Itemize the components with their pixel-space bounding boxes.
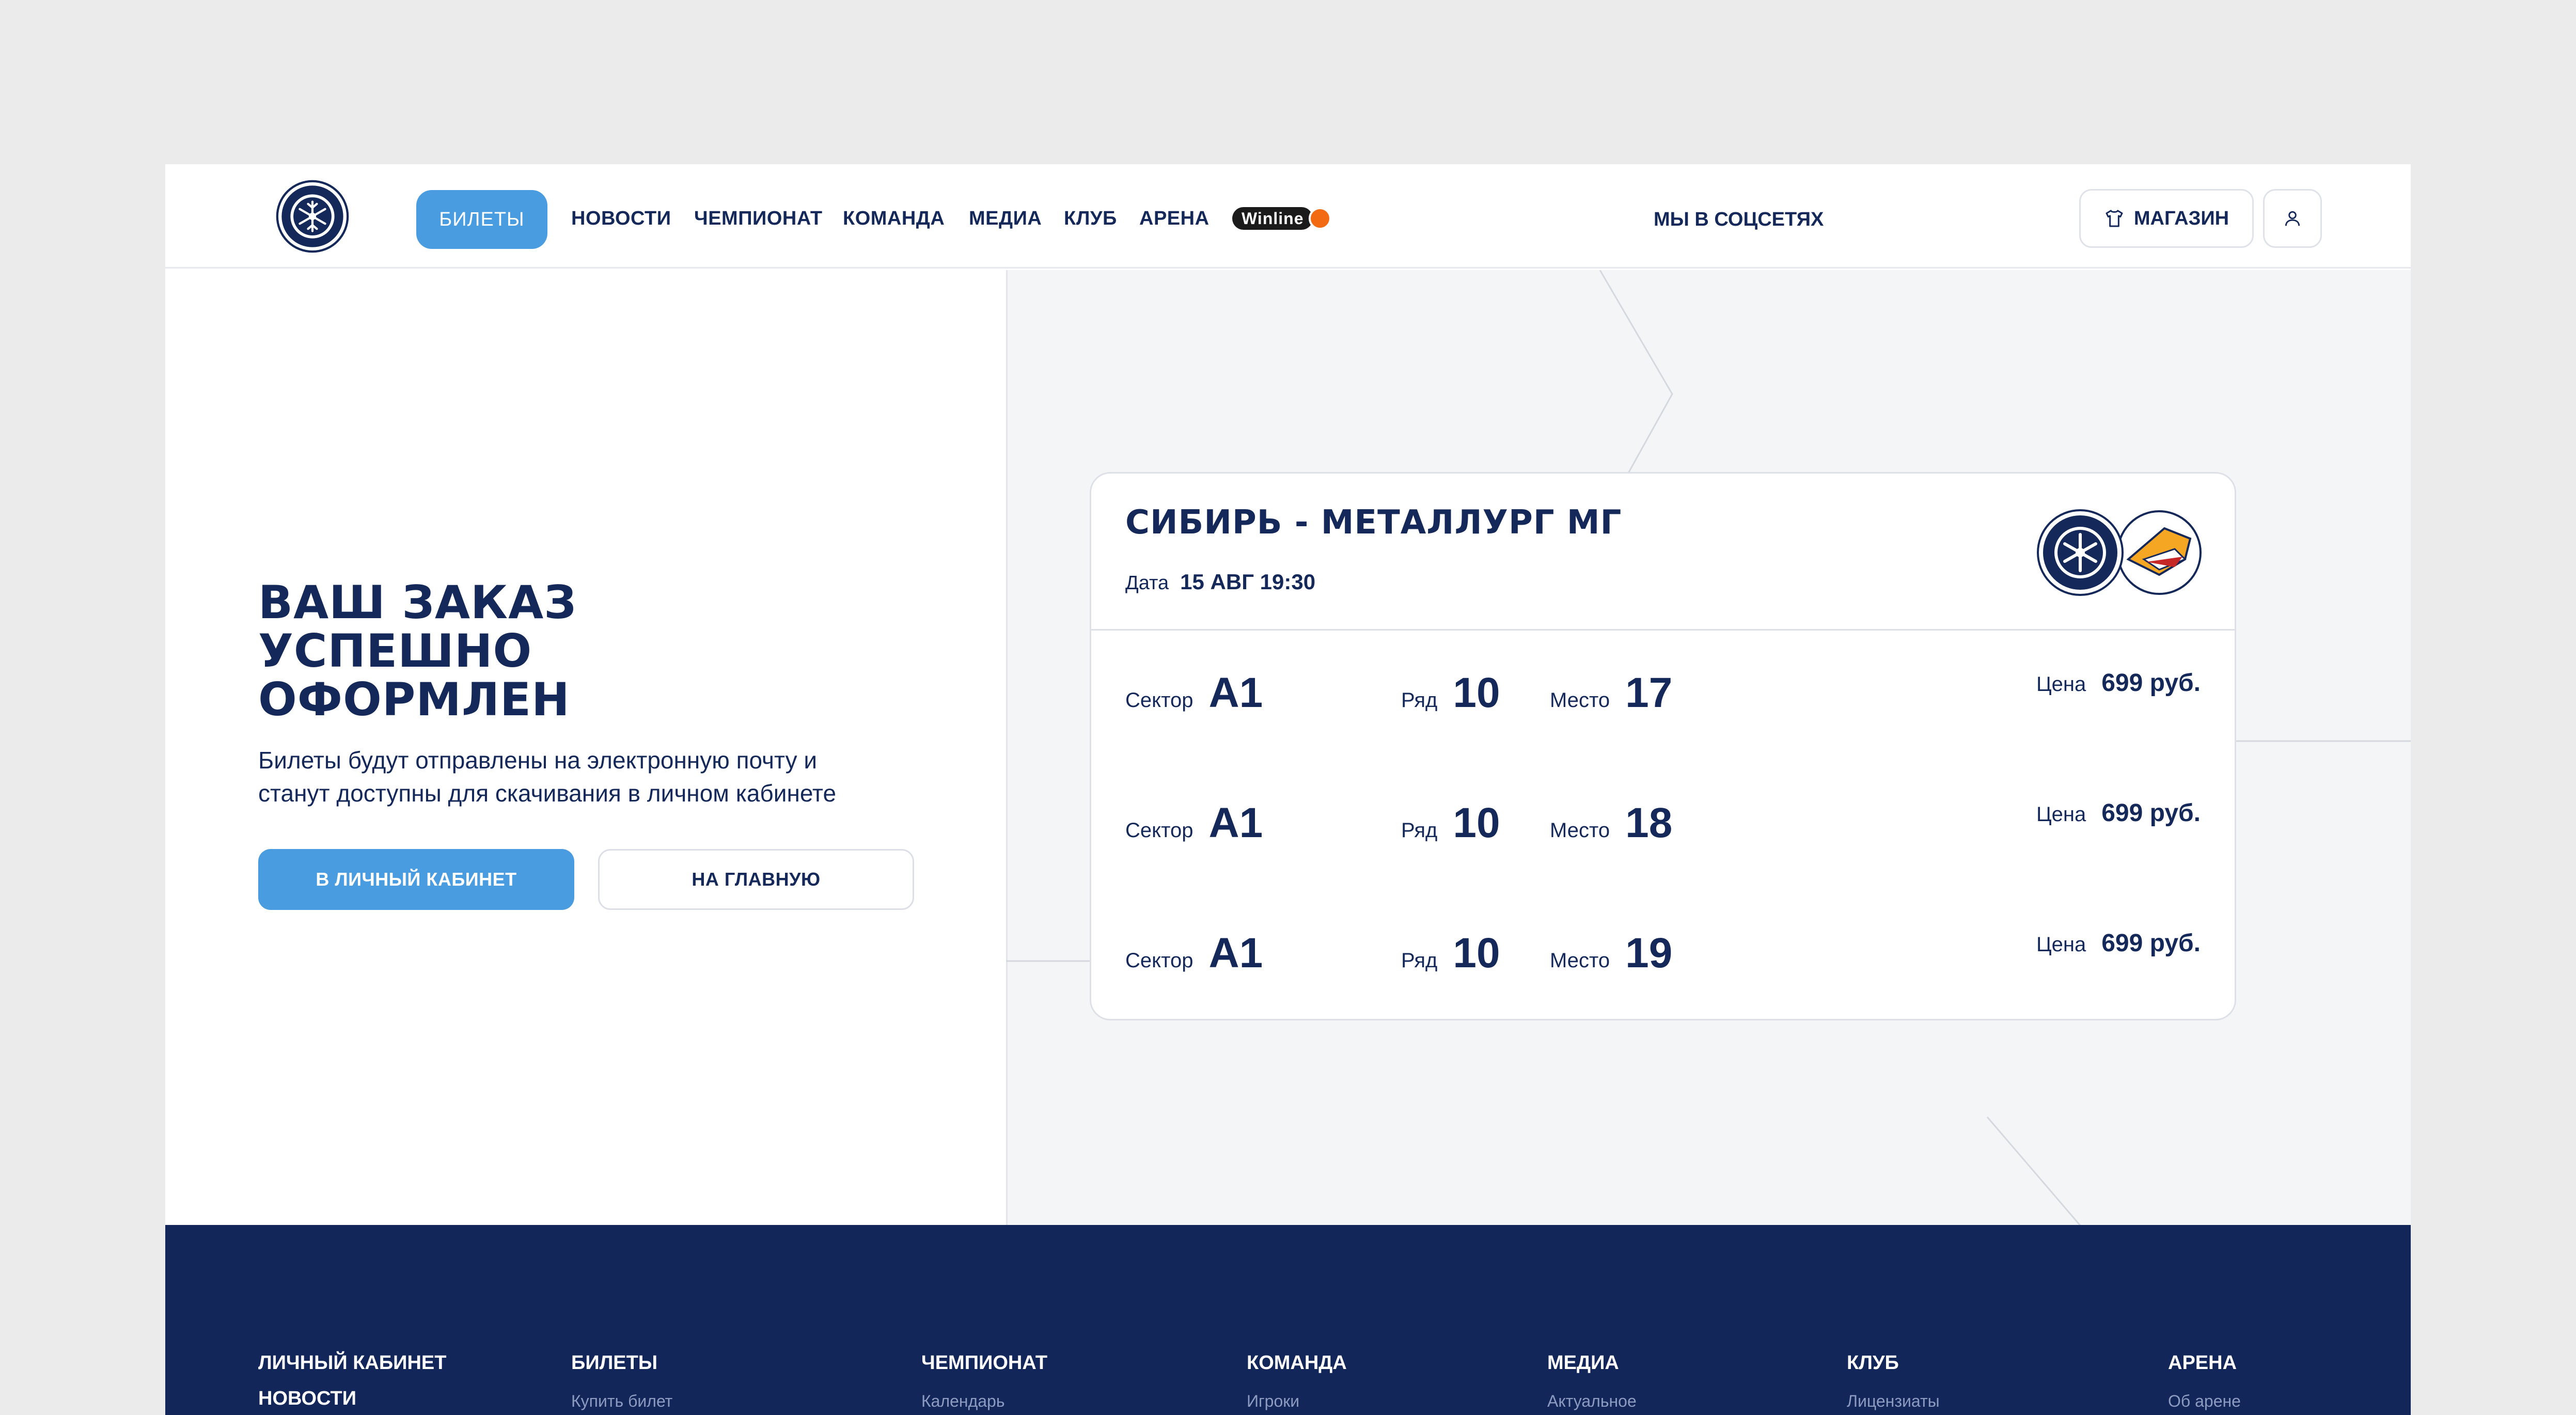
page-title: ВАШ ЗАКАЗ УСПЕШНО ОФОРМЛЕН [258, 578, 577, 724]
sector-label: Сектор [1125, 819, 1193, 842]
price-label: Цена [2036, 803, 2086, 826]
nav-arena[interactable]: АРЕНА [1139, 208, 1210, 230]
price-value: 699 руб. [2101, 799, 2201, 827]
price-value: 699 руб. [2101, 930, 2201, 957]
match-title: СИБИРЬ - МЕТАЛЛУРГ МГ [1125, 504, 1622, 542]
price-cell: Цена 699 руб. [2036, 669, 2201, 697]
footer-link-championship[interactable]: ЧЕМПИОНАТ [921, 1352, 1047, 1374]
sector-label: Сектор [1125, 689, 1193, 712]
nav-media[interactable]: МЕДИА [969, 208, 1042, 230]
footer-link-team[interactable]: КОМАНДА [1247, 1352, 1347, 1374]
socials-link[interactable]: МЫ В СОЦСЕТЯХ [1654, 209, 1824, 231]
footer-column: КЛУБ Лицензиаты [1847, 1352, 1940, 1411]
nav-news[interactable]: НОВОСТИ [571, 208, 671, 230]
row-value: 10 [1453, 669, 1500, 716]
nav-team[interactable]: КОМАНДА [843, 208, 945, 230]
footer-link-news[interactable]: НОВОСТИ [258, 1388, 446, 1410]
price-cell: Цена 699 руб. [2036, 929, 2201, 957]
seat-cell: Место 18 [1550, 799, 1672, 847]
winline-badge[interactable]: Winline [1232, 207, 1332, 230]
seat-value: 19 [1625, 930, 1673, 977]
row-value: 10 [1453, 799, 1500, 846]
team-logos [2037, 509, 2202, 596]
price-cell: Цена 699 руб. [2036, 799, 2201, 827]
ticket-card-header: СИБИРЬ - МЕТАЛЛУРГ МГ Дата 15 АВГ 19:30 [1091, 474, 2235, 631]
row-cell: Ряд 10 [1401, 669, 1500, 717]
title-line: ВАШ ЗАКАЗ [258, 576, 577, 629]
footer-sublink[interactable]: Об арене [2168, 1392, 2241, 1411]
footer-sublink[interactable]: Купить билет [571, 1392, 672, 1411]
nav-club[interactable]: КЛУБ [1064, 208, 1117, 230]
sector-label: Сектор [1125, 949, 1193, 972]
home-button[interactable]: НА ГЛАВНУЮ [598, 849, 914, 910]
footer-column: МЕДИА Актуальное [1547, 1352, 1637, 1411]
nav-tickets[interactable]: БИЛЕТЫ [416, 190, 547, 249]
title-line: ОФОРМЛЕН [258, 673, 570, 726]
ticket-row: Сектор A1 Ряд 10 Место 18 Цена 699 руб. [1091, 799, 2235, 871]
page-subtitle: Билеты будут отправлены на электронную п… [258, 744, 930, 810]
seat-cell: Место 19 [1550, 929, 1672, 978]
row-cell: Ряд 10 [1401, 799, 1500, 847]
date-value: 15 АВГ 19:30 [1180, 570, 1316, 594]
date-label: Дата [1125, 572, 1169, 594]
shop-button[interactable]: МАГАЗИН [2079, 189, 2254, 248]
ticket-row: Сектор A1 Ряд 10 Место 17 Цена 699 руб. [1091, 669, 2235, 741]
footer-link-media[interactable]: МЕДИА [1547, 1352, 1637, 1374]
shop-label: МАГАЗИН [2133, 207, 2229, 229]
sector-value: A1 [1208, 930, 1263, 977]
sector-cell: Сектор A1 [1125, 929, 1263, 978]
page-frame: БИЛЕТЫ НОВОСТИ ЧЕМПИОНАТ КОМАНДА МЕДИА К… [165, 164, 2411, 1415]
sector-cell: Сектор A1 [1125, 799, 1263, 847]
metallurg-logo [2117, 510, 2202, 595]
seat-value: 18 [1625, 799, 1673, 846]
row-cell: Ряд 10 [1401, 929, 1500, 978]
nav-championship[interactable]: ЧЕМПИОНАТ [694, 208, 823, 230]
subtitle-line: станут доступны для скачивания в личном … [258, 780, 837, 807]
match-date: Дата 15 АВГ 19:30 [1125, 570, 1315, 594]
sector-value: A1 [1208, 799, 1263, 846]
footer-link-arena[interactable]: АРЕНА [2168, 1352, 2241, 1374]
seat-value: 17 [1625, 669, 1673, 716]
footer: ЛИЧНЫЙ КАБИНЕТ НОВОСТИ БИЛЕТЫ Купить бил… [165, 1225, 2411, 1415]
footer-sublink[interactable]: Актуальное [1547, 1392, 1637, 1411]
seat-label: Место [1550, 949, 1610, 972]
footer-sublink[interactable]: Игроки [1247, 1392, 1347, 1411]
personal-cabinet-button[interactable]: В ЛИЧНЫЙ КАБИНЕТ [258, 849, 574, 910]
footer-link-tickets[interactable]: БИЛЕТЫ [571, 1352, 672, 1374]
account-button[interactable] [2263, 189, 2322, 248]
footer-column: КОМАНДА Игроки [1247, 1352, 1347, 1411]
sibir-logo[interactable] [276, 180, 349, 253]
footer-sublink[interactable]: Лицензиаты [1847, 1392, 1940, 1411]
ticket-card: СИБИРЬ - МЕТАЛЛУРГ МГ Дата 15 АВГ 19:30 [1090, 472, 2236, 1020]
row-label: Ряд [1401, 689, 1438, 712]
shirt-icon [2106, 210, 2123, 227]
footer-link-cabinet[interactable]: ЛИЧНЫЙ КАБИНЕТ [258, 1352, 446, 1374]
ticket-row: Сектор A1 Ряд 10 Место 19 Цена 699 руб. [1091, 929, 2235, 1001]
user-icon [2285, 211, 2300, 226]
seat-cell: Место 17 [1550, 669, 1672, 717]
winline-dot-icon [1309, 207, 1332, 230]
price-value: 699 руб. [2101, 669, 2201, 697]
row-label: Ряд [1401, 819, 1438, 842]
footer-sublink[interactable]: Календарь [921, 1392, 1047, 1411]
price-label: Цена [2036, 673, 2086, 696]
footer-link-club[interactable]: КЛУБ [1847, 1352, 1940, 1374]
sector-value: A1 [1208, 669, 1263, 716]
row-label: Ряд [1401, 949, 1438, 972]
sibir-logo [2037, 509, 2124, 596]
seat-label: Место [1550, 819, 1610, 842]
footer-column: ЧЕМПИОНАТ Календарь [921, 1352, 1047, 1411]
subtitle-line: Билеты будут отправлены на электронную п… [258, 747, 818, 774]
footer-column: АРЕНА Об арене [2168, 1352, 2241, 1411]
winline-label: Winline [1232, 207, 1313, 230]
row-value: 10 [1453, 930, 1500, 977]
header: БИЛЕТЫ НОВОСТИ ЧЕМПИОНАТ КОМАНДА МЕДИА К… [165, 164, 2411, 269]
title-line: УСПЕШНО [258, 624, 532, 678]
footer-column: ЛИЧНЫЙ КАБИНЕТ НОВОСТИ [258, 1352, 446, 1410]
footer-column: БИЛЕТЫ Купить билет [571, 1352, 672, 1411]
price-label: Цена [2036, 933, 2086, 956]
seat-label: Место [1550, 689, 1610, 712]
sector-cell: Сектор A1 [1125, 669, 1263, 717]
